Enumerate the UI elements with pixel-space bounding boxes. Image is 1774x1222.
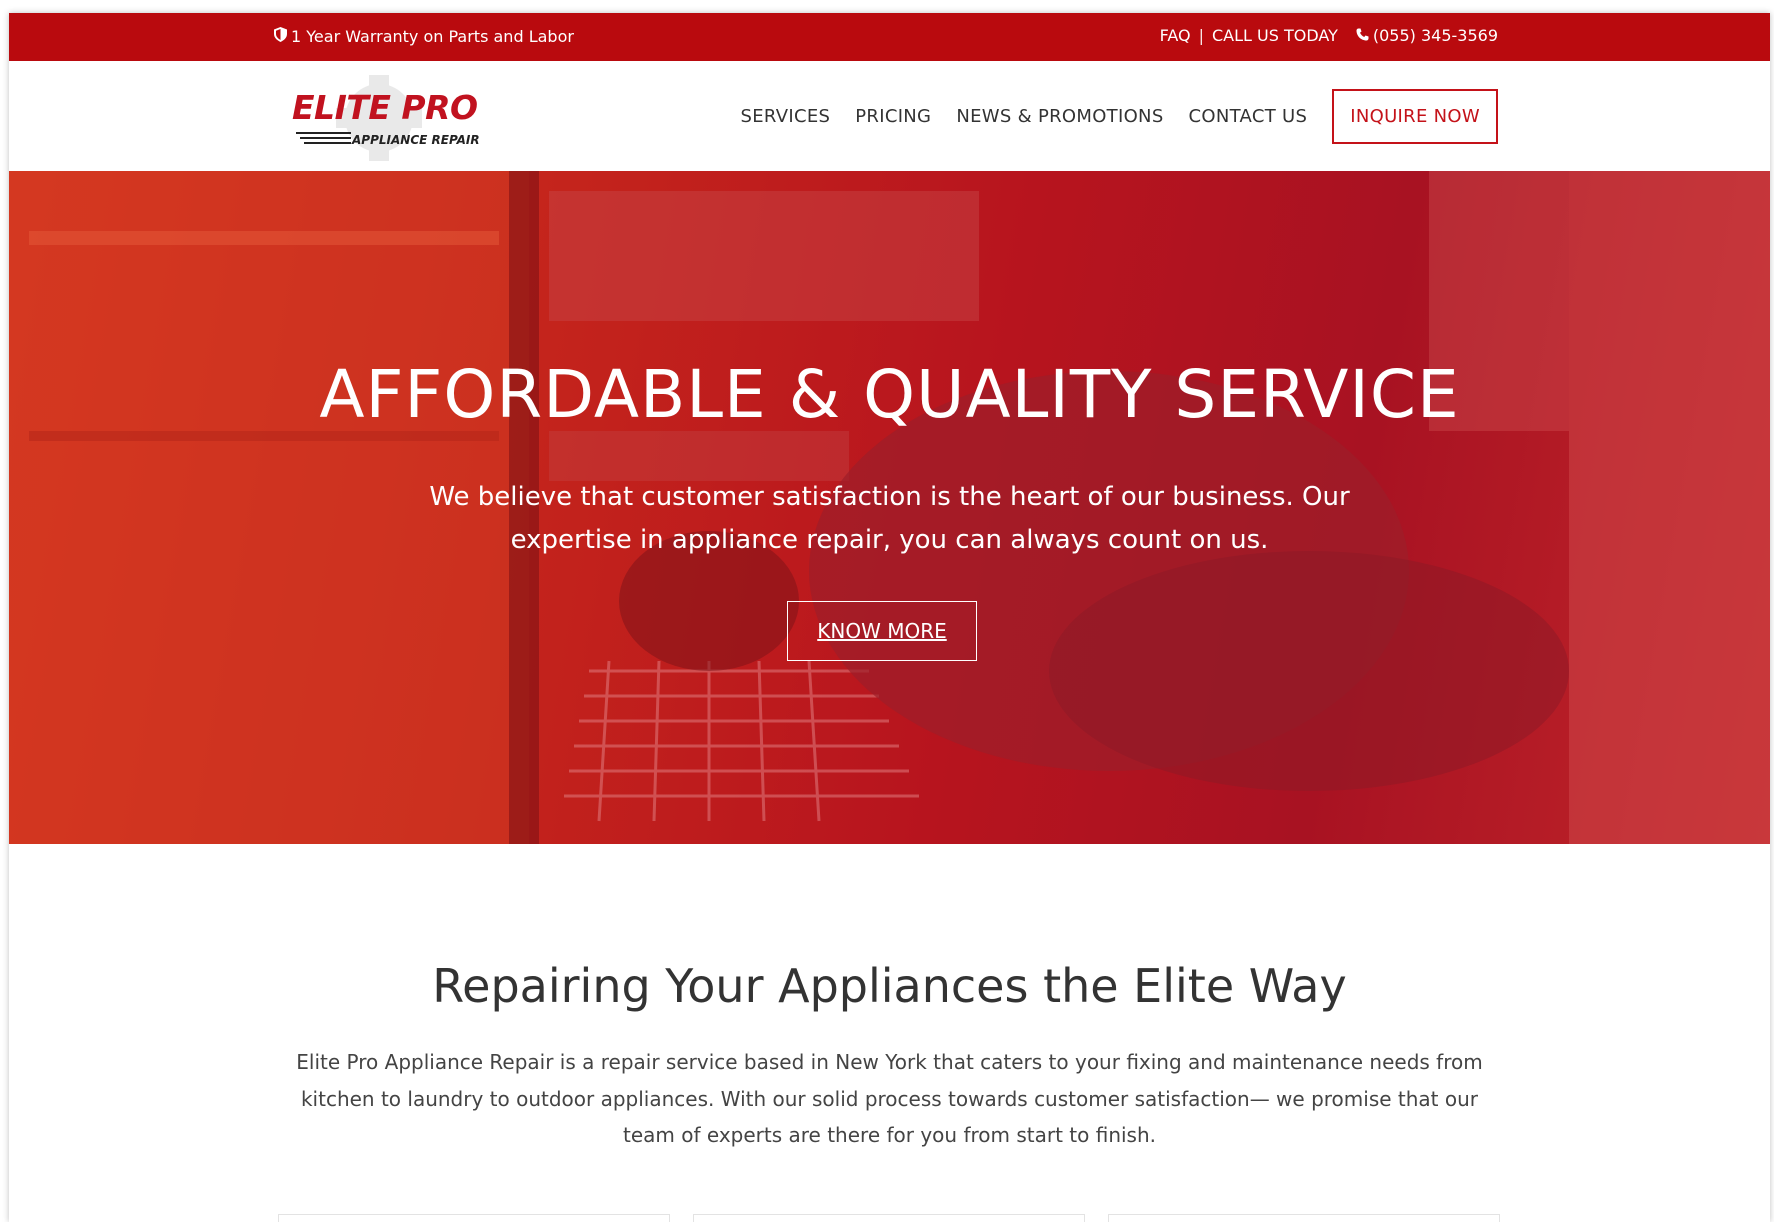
browser-page: 1 Year Warranty on Parts and Labor FAQ |… (9, 13, 1770, 1222)
phone-link[interactable]: (055) 345-3569 (1356, 26, 1498, 45)
nav-contact-us[interactable]: CONTACT US (1189, 106, 1308, 127)
service-cards (278, 1214, 1500, 1222)
top-bar: 1 Year Warranty on Parts and Labor FAQ |… (9, 13, 1770, 61)
warranty-text: 1 Year Warranty on Parts and Labor (291, 27, 574, 46)
site-logo[interactable]: ELITE PRO APPLIANCE REPAIR (284, 73, 484, 163)
hero-banner: AFFORDABLE & QUALITY SERVICE We believe … (9, 171, 1770, 844)
nav-services[interactable]: SERVICES (741, 106, 831, 127)
call-us-label: CALL US TODAY (1211, 26, 1338, 45)
section-body: Elite Pro Appliance Repair is a repair s… (296, 1050, 1483, 1147)
top-bar-links: FAQ | CALL US TODAY (055) 345-3569 (1160, 26, 1498, 45)
inquire-now-button[interactable]: INQUIRE NOW (1332, 89, 1498, 144)
hero-title: AFFORDABLE & QUALITY SERVICE (319, 356, 1460, 433)
site-header: ELITE PRO APPLIANCE REPAIR SERVICES PRIC… (9, 61, 1770, 171)
service-card[interactable] (278, 1214, 670, 1222)
know-more-button[interactable]: KNOW MORE (787, 601, 977, 661)
hero-content: AFFORDABLE & QUALITY SERVICE We believe … (9, 171, 1770, 844)
svg-text:ELITE PRO: ELITE PRO (292, 88, 478, 127)
main-nav: SERVICES PRICING NEWS & PROMOTIONS CONTA… (741, 89, 1498, 144)
about-section: Repairing Your Appliances the Elite Way … (9, 844, 1770, 1222)
warranty-notice: 1 Year Warranty on Parts and Labor (274, 27, 574, 46)
svg-text:APPLIANCE REPAIR: APPLIANCE REPAIR (351, 133, 480, 147)
nav-news-promotions[interactable]: NEWS & PROMOTIONS (956, 106, 1163, 127)
phone-number: (055) 345-3569 (1372, 26, 1498, 45)
faq-link[interactable]: FAQ (1160, 26, 1191, 45)
hero-subtitle: We believe that customer satisfaction is… (429, 482, 1350, 555)
service-card[interactable] (1108, 1214, 1500, 1222)
phone-icon (1356, 26, 1369, 45)
section-heading: Repairing Your Appliances the Elite Way (432, 959, 1347, 1013)
separator: | (1198, 26, 1204, 45)
shield-icon (274, 27, 287, 46)
nav-pricing[interactable]: PRICING (855, 106, 931, 127)
service-card[interactable] (693, 1214, 1085, 1222)
